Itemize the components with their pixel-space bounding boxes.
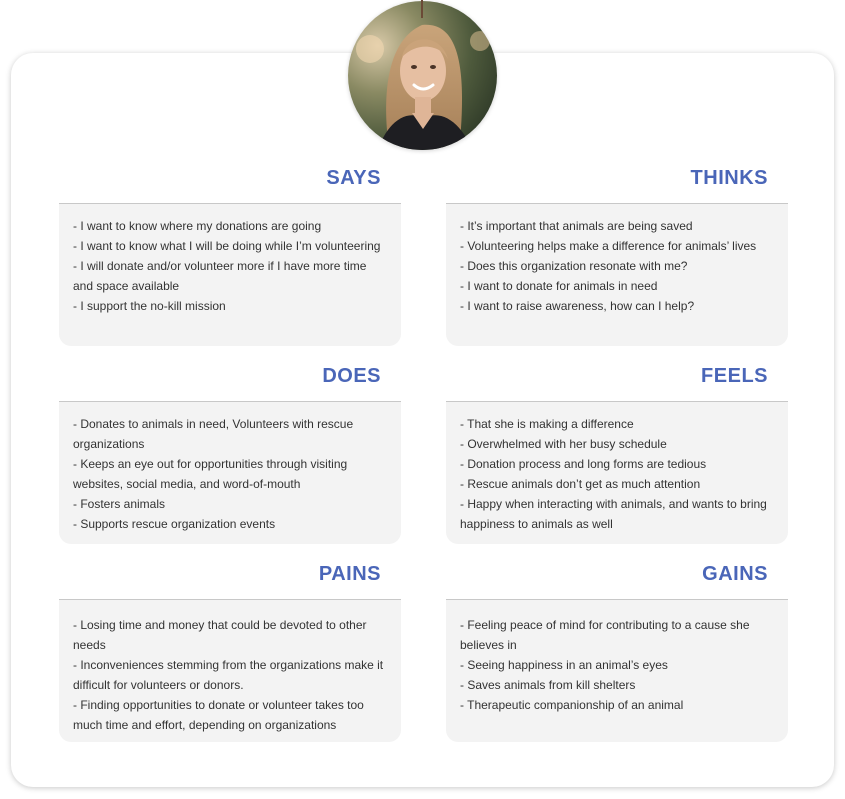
says-box: - I want to know where my donations are … (59, 203, 401, 346)
list-item: - I support the no-kill mission (73, 299, 226, 313)
pains-list: - Losing time and money that could be de… (73, 615, 387, 735)
thinks-title: THINKS (690, 167, 768, 189)
feels-box: - That she is making a difference - Over… (446, 401, 788, 544)
list-item: - Happy when interacting with animals, a… (460, 497, 767, 531)
thinks-box: - It’s important that animals are being … (446, 203, 788, 346)
list-item: - Finding opportunities to donate or vol… (73, 698, 364, 732)
gains-box: - Feeling peace of mind for contributing… (446, 599, 788, 742)
list-item: - Overwhelmed with her busy schedule (460, 437, 667, 451)
list-item: - Donation process and long forms are te… (460, 457, 707, 471)
avatar-hanger-line (421, 0, 423, 18)
does-box: - Donates to animals in need, Volunteers… (59, 401, 401, 544)
list-item: - Seeing happiness in an animal’s eyes (460, 658, 668, 672)
list-item: - That she is making a difference (460, 417, 634, 431)
pains-title: PAINS (318, 563, 381, 585)
list-item: - Feeling peace of mind for contributing… (460, 618, 750, 652)
feels-list: - That she is making a difference - Over… (460, 414, 774, 534)
list-item: - Donates to animals in need, Volunteers… (73, 417, 354, 451)
list-item: - Fosters animals (73, 497, 166, 511)
list-item: - Keeps an eye out for opportunities thr… (73, 457, 348, 491)
list-item: - Does this organization resonate with m… (460, 259, 688, 273)
says-title: SAYS (326, 167, 381, 189)
does-title: DOES (322, 365, 381, 387)
list-item: - I will donate and/or volunteer more if… (73, 259, 367, 293)
list-item: - Therapeutic companionship of an animal (460, 698, 684, 712)
list-item: - I want to donate for animals in need (460, 279, 658, 293)
list-item: - I want to know what I will be doing wh… (73, 239, 381, 253)
list-item: - Inconveniences stemming from the organ… (73, 658, 384, 692)
empathy-map-page: SAYS - I want to know where my donations… (0, 0, 845, 799)
gains-title: GAINS (702, 563, 768, 585)
list-item: - I want to know where my donations are … (73, 219, 322, 233)
list-item: - Saves animals from kill shelters (460, 678, 636, 692)
gains-list: - Feeling peace of mind for contributing… (460, 615, 774, 715)
persona-avatar (348, 1, 497, 150)
list-item: - It’s important that animals are being … (460, 219, 693, 233)
list-item: - I want to raise awareness, how can I h… (460, 299, 695, 313)
list-item: - Supports rescue organization events (73, 517, 276, 531)
pains-box: - Losing time and money that could be de… (59, 599, 401, 742)
feels-title: FEELS (701, 365, 768, 387)
list-item: - Volunteering helps make a difference f… (460, 239, 757, 253)
does-list: - Donates to animals in need, Volunteers… (73, 414, 387, 534)
thinks-list: - It’s important that animals are being … (460, 216, 774, 316)
says-list: - I want to know where my donations are … (73, 216, 387, 316)
list-item: - Rescue animals don’t get as much atten… (460, 477, 701, 491)
list-item: - Losing time and money that could be de… (73, 618, 367, 652)
